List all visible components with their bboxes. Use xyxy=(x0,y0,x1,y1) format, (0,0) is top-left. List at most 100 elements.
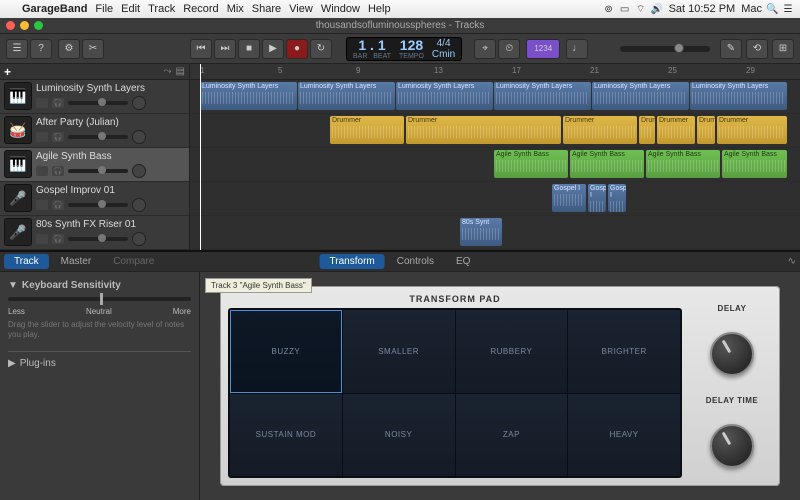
subtab-controls[interactable]: Controls xyxy=(387,254,444,269)
track-volume-slider[interactable] xyxy=(68,203,128,207)
track-header[interactable]: 🥁 After Party (Julian) 🎧 xyxy=(0,114,189,148)
tab-track[interactable]: Track xyxy=(4,254,49,269)
menubar-time[interactable]: Sat 10:52 PM xyxy=(669,3,736,15)
menu-track[interactable]: Track xyxy=(148,3,175,15)
smart-controls-button[interactable]: ⚙ xyxy=(58,39,80,59)
track-icon[interactable]: 🎤 xyxy=(4,218,32,246)
mute-button[interactable] xyxy=(36,166,48,176)
tab-master[interactable]: Master xyxy=(51,254,102,269)
rewind-button[interactable]: ⏮ xyxy=(190,39,212,59)
pad-cell[interactable]: HEAVY xyxy=(568,394,680,477)
sensitivity-slider[interactable] xyxy=(8,297,191,301)
menubar-user[interactable]: Mac xyxy=(741,3,762,15)
traffic-lights[interactable] xyxy=(6,21,43,30)
track-header[interactable]: 🎤 Gospel Improv 01 🎧 xyxy=(0,182,189,216)
app-name[interactable]: GarageBand xyxy=(22,3,87,15)
pad-cell[interactable]: RUBBERY xyxy=(456,310,568,393)
master-volume-slider[interactable] xyxy=(620,46,710,52)
region[interactable]: Agile Synth Bass xyxy=(570,150,644,178)
region[interactable]: Luminosity Synth Layers xyxy=(298,82,395,110)
volume-icon[interactable]: 🔊 xyxy=(651,4,663,15)
plugins-header[interactable]: Plug-ins xyxy=(20,358,56,369)
mute-button[interactable] xyxy=(36,132,48,142)
stop-button[interactable]: ■ xyxy=(238,39,260,59)
spotlight-icon[interactable]: 🔍 xyxy=(766,4,778,15)
chevron-down-icon[interactable]: ▼ xyxy=(8,280,18,291)
region[interactable]: Drummer xyxy=(697,116,715,144)
solo-button[interactable]: 🎧 xyxy=(52,200,64,210)
menu-window[interactable]: Window xyxy=(321,3,360,15)
mute-button[interactable] xyxy=(36,234,48,244)
minimize-icon[interactable] xyxy=(20,21,29,30)
pad-cell[interactable]: SUSTAIN MOD xyxy=(230,394,342,477)
wifi-icon[interactable]: ⊚ xyxy=(603,4,615,15)
close-icon[interactable] xyxy=(6,21,15,30)
region[interactable]: Agile Synth Bass xyxy=(722,150,787,178)
track-volume-slider[interactable] xyxy=(68,135,128,139)
cycle-button[interactable]: ↻ xyxy=(310,39,332,59)
solo-button[interactable]: 🎧 xyxy=(52,98,64,108)
record-button[interactable]: ● xyxy=(286,39,308,59)
chevron-right-icon[interactable]: ▶ xyxy=(8,358,16,369)
menu-mix[interactable]: Mix xyxy=(227,3,244,15)
solo-button[interactable]: 🎧 xyxy=(52,166,64,176)
lcd-tempo[interactable]: 128 xyxy=(400,37,423,53)
editors-button[interactable]: ✂ xyxy=(82,39,104,59)
pad-cell[interactable]: BRIGHTER xyxy=(568,310,680,393)
region[interactable]: Drummer xyxy=(563,116,637,144)
ruler[interactable]: 1591317212529 xyxy=(190,64,800,80)
menu-help[interactable]: Help xyxy=(368,3,391,15)
pad-cell[interactable]: SMALLER xyxy=(343,310,455,393)
pad-cell[interactable]: NOISY xyxy=(343,394,455,477)
menu-file[interactable]: File xyxy=(95,3,113,15)
track-volume-slider[interactable] xyxy=(68,101,128,105)
delay-knob[interactable] xyxy=(710,332,754,376)
region[interactable]: Gospel I xyxy=(552,184,586,212)
compare-button[interactable]: Compare xyxy=(103,254,164,269)
pan-knob[interactable] xyxy=(132,130,146,144)
solo-button[interactable]: 🎧 xyxy=(52,132,64,142)
play-button[interactable]: ▶ xyxy=(262,39,284,59)
tuner-button[interactable]: ⌖ xyxy=(474,39,496,59)
lcd-display[interactable]: 1 . 1BAR BEAT 128TEMPO 4/4Cmin xyxy=(346,37,462,61)
transform-pad-grid[interactable]: BUZZYSMALLERRUBBERYBRIGHTER SUSTAIN MODNO… xyxy=(228,308,682,478)
region[interactable]: Drummer xyxy=(406,116,561,144)
track-icon[interactable]: 🥁 xyxy=(4,116,32,144)
pad-cell[interactable]: BUZZY xyxy=(230,310,342,393)
region[interactable]: Gospel I xyxy=(608,184,626,212)
track-icon[interactable]: 🎹 xyxy=(4,150,32,178)
battery-icon[interactable]: ▭ xyxy=(619,4,631,15)
region[interactable]: Drummer xyxy=(717,116,787,144)
metronome-button[interactable]: ♩ xyxy=(566,39,588,59)
region[interactable]: Agile Synth Bass xyxy=(646,150,720,178)
region[interactable]: Luminosity Synth Layers xyxy=(690,82,787,110)
region[interactable]: Luminosity Synth Layers xyxy=(396,82,493,110)
region[interactable]: Agile Synth Bass xyxy=(494,150,568,178)
region[interactable]: Luminosity Synth Layers xyxy=(494,82,591,110)
track-header[interactable]: 🎹 Luminosity Synth Layers 🎧 xyxy=(0,80,189,114)
automation-button[interactable]: ⤳ xyxy=(164,66,172,77)
mute-button[interactable] xyxy=(36,98,48,108)
metronome-display[interactable]: 1234 xyxy=(526,39,560,59)
lcd-key[interactable]: Cmin xyxy=(432,49,455,60)
track-header[interactable]: 🎹 Agile Synth Bass 🎧 xyxy=(0,148,189,182)
menu-record[interactable]: Record xyxy=(183,3,218,15)
region[interactable]: Luminosity Synth Layers xyxy=(200,82,297,110)
track-volume-slider[interactable] xyxy=(68,237,128,241)
region[interactable]: Drummer xyxy=(657,116,695,144)
region[interactable]: Gospel I xyxy=(588,184,606,212)
menu-edit[interactable]: Edit xyxy=(121,3,140,15)
subtab-eq[interactable]: EQ xyxy=(446,254,480,269)
notepad-button[interactable]: ✎ xyxy=(720,39,742,59)
pan-knob[interactable] xyxy=(132,198,146,212)
track-icon[interactable]: 🎤 xyxy=(4,184,32,212)
add-track-button[interactable]: + xyxy=(4,65,11,79)
region[interactable]: Drummer xyxy=(330,116,404,144)
region[interactable]: 80s Synt xyxy=(460,218,502,246)
notification-icon[interactable]: ☰ xyxy=(782,4,794,15)
subtab-transform[interactable]: Transform xyxy=(320,254,385,269)
region[interactable]: Drummer xyxy=(639,116,655,144)
forward-button[interactable]: ⏭ xyxy=(214,39,236,59)
lcd-sig[interactable]: 4/4 xyxy=(437,38,451,49)
delay-time-knob[interactable] xyxy=(710,424,754,468)
